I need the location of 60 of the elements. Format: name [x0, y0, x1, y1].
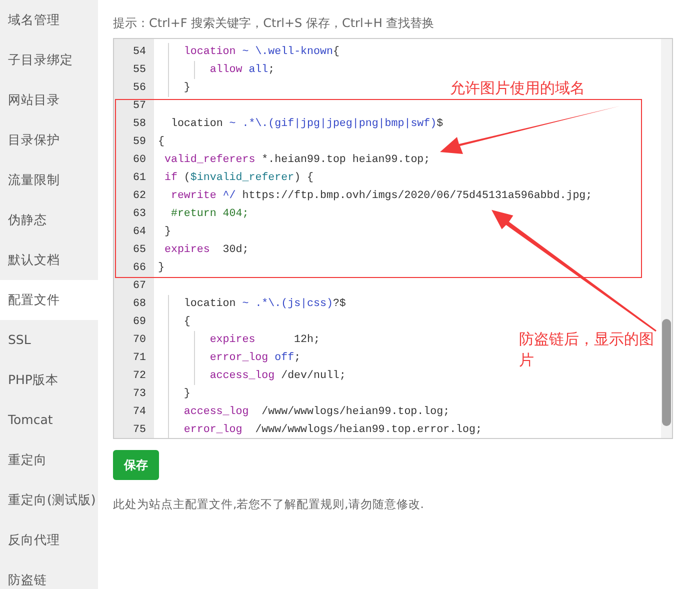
code-editor[interactable] [113, 38, 673, 439]
code-line: location ~ .*\.(gif|jpg|jpeg|png|bmp|swf)$ [170, 117, 444, 132]
code-line: { [157, 135, 164, 150]
code-line: access_log /www/wwwlogs/heian99.top.log; [154, 403, 450, 421]
line-number: 55 [132, 63, 147, 78]
sidebar-item[interactable]: 域名管理 [0, 0, 98, 40]
line-number: 70 [132, 333, 147, 348]
sidebar-item[interactable]: 流量限制 [0, 160, 98, 200]
code-line: error_log /www/wwwlogs/heian99.top.error.log; [154, 421, 482, 438]
line-number: 63 [132, 207, 147, 222]
code-line: rewrite ^/ https://ftp.bmp.ovh/imgs/2020/06/75d45131a596abbd.jpg; [170, 189, 592, 204]
sidebar-item[interactable]: 反向代理 [0, 520, 98, 560]
line-number: 71 [132, 351, 147, 366]
code-line: valid_referers *.heian99.top heian99.top; [163, 153, 430, 168]
line-number: 66 [132, 261, 147, 276]
sidebar-item[interactable]: 伪静态 [0, 200, 98, 240]
line-number: 65 [132, 243, 147, 258]
sidebar-item[interactable]: PHP版本 [0, 360, 98, 400]
code-line: access_log /dev/null; [154, 367, 346, 385]
line-number: 61 [132, 171, 147, 186]
code-line: location ~ .*\.(js|css)?$ [154, 295, 346, 313]
code-line: expires 12h; [154, 331, 320, 349]
code-line: if ($invalid_referer) { [163, 171, 314, 186]
code-line: location ~ \.well-known{ [154, 43, 340, 61]
line-number: 59 [132, 135, 147, 150]
code-line: } [163, 225, 171, 240]
line-number: 68 [132, 297, 147, 312]
line-number: 75 [132, 423, 147, 438]
line-number: 58 [132, 117, 147, 132]
sidebar-item[interactable]: 配置文件 [0, 280, 98, 320]
sidebar-item[interactable]: 目录保护 [0, 120, 98, 160]
line-number: 67 [132, 279, 147, 294]
line-number: 62 [132, 189, 147, 204]
code-line: allow all; [154, 61, 275, 79]
sidebar-item[interactable]: Tomcat [0, 400, 98, 440]
sidebar-item[interactable]: 重定向 [0, 440, 98, 480]
hint-text: 提示：Ctrl+F 搜索关键字，Ctrl+S 保存，Ctrl+H 查找替换 [113, 15, 436, 32]
scrollbar[interactable] [661, 39, 672, 438]
line-number: 69 [132, 315, 147, 330]
code-line: expires 30d; [163, 243, 249, 258]
line-number: 72 [132, 369, 147, 384]
sidebar-item[interactable]: 子目录绑定 [0, 40, 98, 80]
sidebar-item[interactable]: 网站目录 [0, 80, 98, 120]
sidebar-item[interactable]: SSL [0, 320, 98, 360]
sidebar-item[interactable]: 防盗链 [0, 560, 98, 589]
annotation-text: 防盗链后，显示的图片 [519, 329, 655, 371]
line-number: 74 [132, 405, 147, 420]
line-number: 54 [132, 45, 147, 60]
line-number: 57 [132, 99, 147, 114]
code-line: error_log off; [154, 349, 301, 367]
line-number: 56 [132, 81, 147, 96]
line-number: 73 [132, 387, 147, 402]
code-line: #return 404; [170, 207, 249, 222]
annotation-text: 允许图片使用的域名 [450, 78, 585, 99]
sidebar-item[interactable]: 默认文档 [0, 240, 98, 280]
note-text: 此处为站点主配置文件,若您不了解配置规则,请勿随意修改. [113, 496, 425, 513]
code-line: } [157, 261, 164, 276]
line-number: 64 [132, 225, 147, 240]
line-number: 60 [132, 153, 147, 168]
sidebar-item[interactable]: 重定向(测试版) [0, 480, 98, 520]
